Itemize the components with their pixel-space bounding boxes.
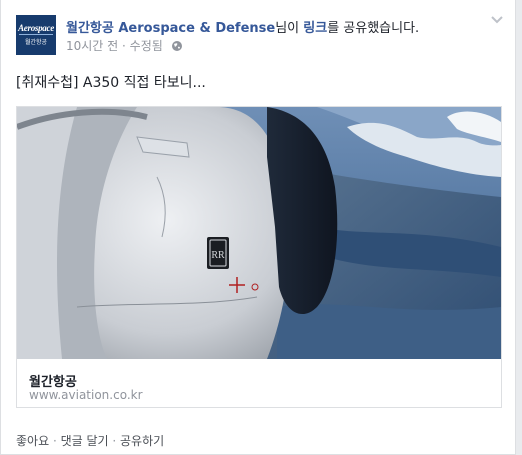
avatar-logo-text: Aerospace xyxy=(18,23,54,33)
avatar-divider xyxy=(19,34,53,35)
shared-text-end: 를 공유했습니다. xyxy=(327,21,420,36)
edited-label[interactable]: 수정됨 xyxy=(130,39,163,53)
meta-separator: · xyxy=(118,39,130,53)
share-button[interactable]: 공유하기 xyxy=(120,434,164,448)
shared-link[interactable]: 링크 xyxy=(303,21,327,36)
post-header: 월간항공 Aerospace & Defense님이 링크를 공유했습니다. xyxy=(66,17,486,36)
shared-text-mid: 님이 xyxy=(275,21,304,36)
post-actions: 좋아요 · 댓글 달기 · 공유하기 xyxy=(16,432,164,449)
attachment-photo[interactable]: RR xyxy=(17,107,501,359)
globe-icon[interactable] xyxy=(171,40,183,52)
action-separator: · xyxy=(49,434,61,448)
chevron-down-icon[interactable] xyxy=(490,15,504,25)
svg-text:RR: RR xyxy=(211,250,225,261)
comment-button[interactable]: 댓글 달기 xyxy=(61,434,109,448)
post-meta: 10시간 전 · 수정됨 xyxy=(66,37,183,54)
post-timestamp[interactable]: 10시간 전 xyxy=(66,39,118,53)
author-link[interactable]: 월간항공 Aerospace & Defense xyxy=(66,21,275,36)
like-button[interactable]: 좋아요 xyxy=(16,434,49,448)
feed-post-card: Aerospace 월간항공 월간항공 Aerospace & Defense님… xyxy=(0,0,516,455)
post-message: [취재수첩] A350 직접 타보니... xyxy=(16,75,206,91)
avatar-logo-subtext: 월간항공 xyxy=(24,39,48,46)
page-avatar[interactable]: Aerospace 월간항공 xyxy=(16,15,56,55)
attachment-url: www.aviation.co.kr xyxy=(29,388,143,402)
link-attachment[interactable]: RR 월간항공 www.aviation.co.kr xyxy=(16,106,502,408)
action-separator: · xyxy=(108,434,121,448)
